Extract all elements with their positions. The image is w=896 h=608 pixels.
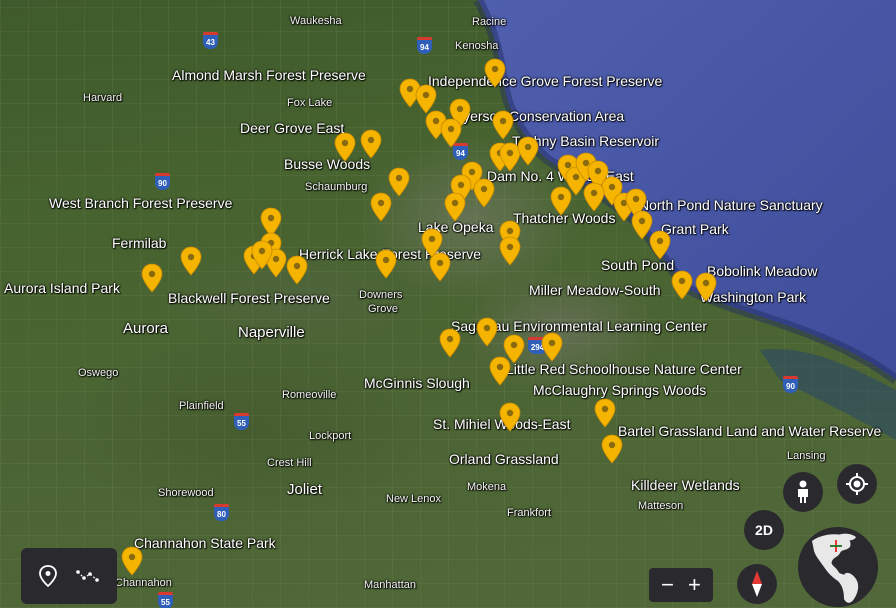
place-marker-pin[interactable] <box>550 186 572 216</box>
place-marker-pin[interactable] <box>649 230 671 260</box>
zoom-controls: − + <box>649 568 713 602</box>
globe-icon <box>798 527 878 607</box>
interstate-shield-icon: 90 <box>155 173 170 190</box>
globe-navigator[interactable] <box>798 527 878 607</box>
my-location-icon <box>846 473 868 495</box>
place-marker-pin[interactable] <box>484 58 506 88</box>
place-marker-pin[interactable] <box>541 332 563 362</box>
place-marker-pin[interactable] <box>360 129 382 159</box>
place-marker-pin[interactable] <box>251 240 273 270</box>
drawing-toolbox <box>21 548 117 604</box>
place-marker-pin[interactable] <box>370 192 392 222</box>
place-marker-pin[interactable] <box>601 434 623 464</box>
my-location-button[interactable] <box>837 464 877 504</box>
zoom-in-button[interactable]: + <box>688 572 701 598</box>
place-marker-pin[interactable] <box>444 192 466 222</box>
place-marker-pin[interactable] <box>473 178 495 208</box>
compass-icon <box>752 571 762 597</box>
place-marker-pin[interactable] <box>476 317 498 347</box>
place-marker-pin[interactable] <box>286 255 308 285</box>
interstate-shield-icon: 43 <box>203 32 218 49</box>
interstate-shield-icon: 94 <box>417 37 432 54</box>
place-marker-pin[interactable] <box>517 136 539 166</box>
compass-button[interactable] <box>737 564 777 604</box>
path-measure-icon[interactable] <box>76 569 100 583</box>
place-marker-pin[interactable] <box>180 246 202 276</box>
place-marker-pin[interactable] <box>121 546 143 576</box>
place-marker-pin[interactable] <box>671 270 693 300</box>
pegman-icon <box>798 480 808 503</box>
street-view-button[interactable] <box>783 472 823 512</box>
view-2d-toggle[interactable]: 2D <box>744 510 784 550</box>
location-pin-icon[interactable] <box>38 565 58 587</box>
place-marker-pin[interactable] <box>439 328 461 358</box>
place-marker-pin[interactable] <box>375 249 397 279</box>
interstate-shield-icon: 55 <box>158 592 173 608</box>
place-marker-pin[interactable] <box>489 356 511 386</box>
place-marker-pin[interactable] <box>334 132 356 162</box>
interstate-shield-icon: 80 <box>214 504 229 521</box>
interstate-shield-icon: 90 <box>783 376 798 393</box>
place-marker-pin[interactable] <box>583 182 605 212</box>
zoom-out-button[interactable]: − <box>661 572 674 598</box>
interstate-shield-icon: 55 <box>234 413 249 430</box>
place-marker-pin[interactable] <box>440 118 462 148</box>
place-marker-pin[interactable] <box>421 228 443 258</box>
place-marker-pin[interactable] <box>492 110 514 140</box>
place-marker-pin[interactable] <box>141 263 163 293</box>
place-marker-pin[interactable] <box>594 398 616 428</box>
place-marker-pin[interactable] <box>499 236 521 266</box>
view-2d-label: 2D <box>755 522 773 538</box>
place-marker-pin[interactable] <box>499 402 521 432</box>
place-marker-pin[interactable] <box>695 272 717 302</box>
